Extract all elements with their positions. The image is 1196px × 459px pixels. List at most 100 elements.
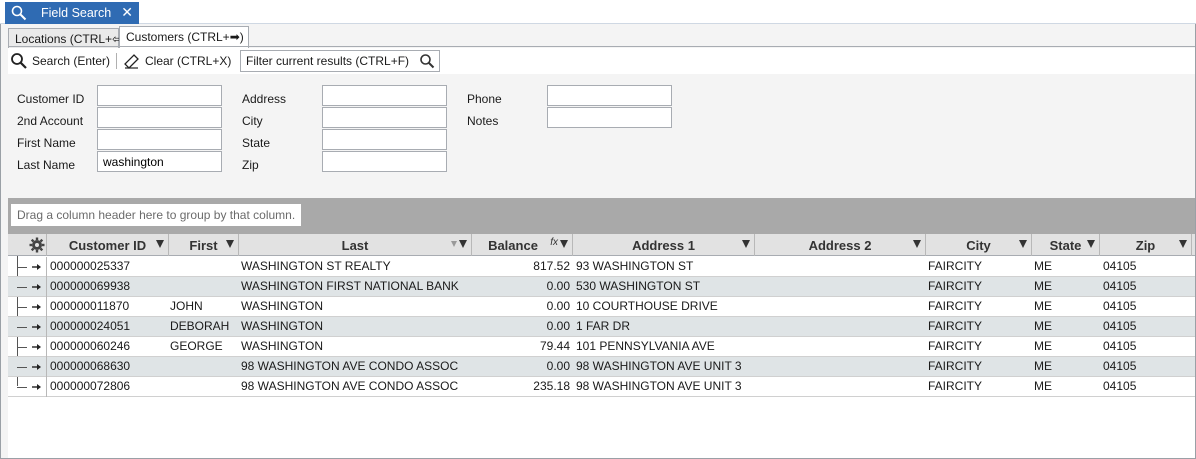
cell-first[interactable] [170,257,236,277]
cell-state[interactable]: ME [1034,377,1096,397]
column-header-address2[interactable]: Address 2 [755,234,926,256]
filter-icon[interactable] [156,240,164,248]
table-row[interactable]: 000000011870 JOHN WASHINGTON 0.00 10 COURTHO… [8,297,1195,317]
filter-icon[interactable] [226,240,234,248]
column-header-customer-id[interactable]: Customer ID [47,234,169,256]
table-row[interactable]: 000000068630 98 WASHINGTON AVE CONDO ASSO… [8,357,1195,377]
row-expand-arrow-icon[interactable] [27,297,47,317]
cell-city[interactable]: FAIRCITY [928,377,1028,397]
cell-address1[interactable]: 10 COURTHOUSE DRIVE [576,297,752,317]
row-expand-arrow-icon[interactable] [27,257,47,277]
cell-last[interactable]: 98 WASHINGTON AVE CONDO ASSOC [241,377,469,397]
filter-icon[interactable] [913,240,921,248]
cell-zip[interactable]: 04105 [1103,377,1188,397]
cell-address2[interactable] [758,317,923,337]
group-by-panel[interactable]: Drag a column header here to group by th… [8,198,1195,234]
cell-address1[interactable]: 530 WASHINGTON ST [576,277,752,297]
cell-last[interactable]: WASHINGTON [241,317,469,337]
cell-customer-id[interactable]: 000000024051 [50,317,166,337]
cell-state[interactable]: ME [1034,337,1096,357]
cell-city[interactable]: FAIRCITY [928,277,1028,297]
second-account-field[interactable] [97,107,222,128]
table-row[interactable]: 000000025337 WASHINGTON ST REALTY 817.52 93… [8,257,1195,277]
cell-address2[interactable] [758,277,923,297]
close-tab-icon[interactable]: ✕ [121,4,133,20]
cell-zip[interactable]: 04105 [1103,317,1188,337]
cell-city[interactable]: FAIRCITY [928,357,1028,377]
row-expand-arrow-icon[interactable] [27,317,47,337]
column-chooser-gear-icon[interactable] [27,234,47,256]
filter-results-input[interactable]: Filter current results (CTRL+F) [240,50,440,72]
cell-balance[interactable]: 0.00 [474,317,570,337]
cell-customer-id[interactable]: 000000060246 [50,337,166,357]
cell-address2[interactable] [758,297,923,317]
table-row[interactable]: 000000060246 GEORGE WASHINGTON 79.44 101 PEN… [8,337,1195,357]
cell-city[interactable]: FAIRCITY [928,317,1028,337]
cell-zip[interactable]: 04105 [1103,337,1188,357]
cell-state[interactable]: ME [1034,317,1096,337]
cell-customer-id[interactable]: 000000025337 [50,257,166,277]
last-name-field[interactable] [97,151,222,172]
cell-balance[interactable]: 817.52 [474,257,570,277]
column-header-last[interactable]: Last [239,234,472,256]
cell-address2[interactable] [758,377,923,397]
doc-tab-field-search[interactable]: Field Search ✕ [5,2,139,24]
row-expand-arrow-icon[interactable] [27,337,47,357]
cell-last[interactable]: 98 WASHINGTON AVE CONDO ASSOC [241,357,469,377]
cell-balance[interactable]: 79.44 [474,337,570,357]
cell-first[interactable]: JOHN [170,297,236,317]
search-button[interactable]: Search (Enter) [10,51,110,71]
cell-address1[interactable]: 1 FAR DR [576,317,752,337]
cell-address2[interactable] [758,257,923,277]
cell-zip[interactable]: 04105 [1103,277,1188,297]
first-name-field[interactable] [97,129,222,150]
cell-customer-id[interactable]: 000000068630 [50,357,166,377]
notes-field[interactable] [547,107,672,128]
cell-zip[interactable]: 04105 [1103,257,1188,277]
cell-balance[interactable]: 0.00 [474,277,570,297]
cell-last[interactable]: WASHINGTON FIRST NATIONAL BANK [241,277,469,297]
cell-zip[interactable]: 04105 [1103,297,1188,317]
cell-address1[interactable]: 93 WASHINGTON ST [576,257,752,277]
column-header-first[interactable]: First [169,234,239,256]
column-header-city[interactable]: City [926,234,1032,256]
cell-city[interactable]: FAIRCITY [928,297,1028,317]
cell-last[interactable]: WASHINGTON ST REALTY [241,257,469,277]
cell-city[interactable]: FAIRCITY [928,337,1028,357]
cell-zip[interactable]: 04105 [1103,357,1188,377]
cell-first[interactable]: DEBORAH [170,317,236,337]
zip-field[interactable] [322,151,447,172]
cell-first[interactable] [170,377,236,397]
address-field[interactable] [322,85,447,106]
cell-address1[interactable]: 101 PENNSYLVANIA AVE [576,337,752,357]
cell-address2[interactable] [758,337,923,357]
filter-icon[interactable] [1087,240,1095,248]
clear-button[interactable]: Clear (CTRL+X) [124,51,231,71]
filter-search-icon[interactable] [419,53,435,72]
cell-first[interactable] [170,357,236,377]
cell-balance[interactable]: 235.18 [474,377,570,397]
cell-customer-id[interactable]: 000000069938 [50,277,166,297]
cell-last[interactable]: WASHINGTON [241,297,469,317]
tab-locations[interactable]: Locations (CTRL+⇦) [8,28,126,48]
cell-address2[interactable] [758,357,923,377]
cell-state[interactable]: ME [1034,297,1096,317]
table-row[interactable]: 000000024051 DEBORAH WASHINGTON 0.00 1 FAR D… [8,317,1195,337]
row-expand-arrow-icon[interactable] [27,357,47,377]
cell-state[interactable]: ME [1034,357,1096,377]
column-header-zip[interactable]: Zip [1100,234,1192,256]
cell-customer-id[interactable]: 000000072806 [50,377,166,397]
row-expand-arrow-icon[interactable] [27,277,47,297]
row-expand-arrow-icon[interactable] [27,377,47,397]
cell-state[interactable]: ME [1034,277,1096,297]
filter-icon[interactable] [1179,240,1187,248]
cell-city[interactable]: FAIRCITY [928,257,1028,277]
cell-first[interactable]: GEORGE [170,337,236,357]
cell-balance[interactable]: 0.00 [474,297,570,317]
cell-last[interactable]: WASHINGTON [241,337,469,357]
column-header-balance[interactable]: Balance fx [472,234,573,256]
cell-customer-id[interactable]: 000000011870 [50,297,166,317]
filter-icon[interactable] [742,240,750,248]
tab-customers[interactable]: Customers (CTRL+➡) [119,26,249,48]
city-field[interactable] [322,107,447,128]
